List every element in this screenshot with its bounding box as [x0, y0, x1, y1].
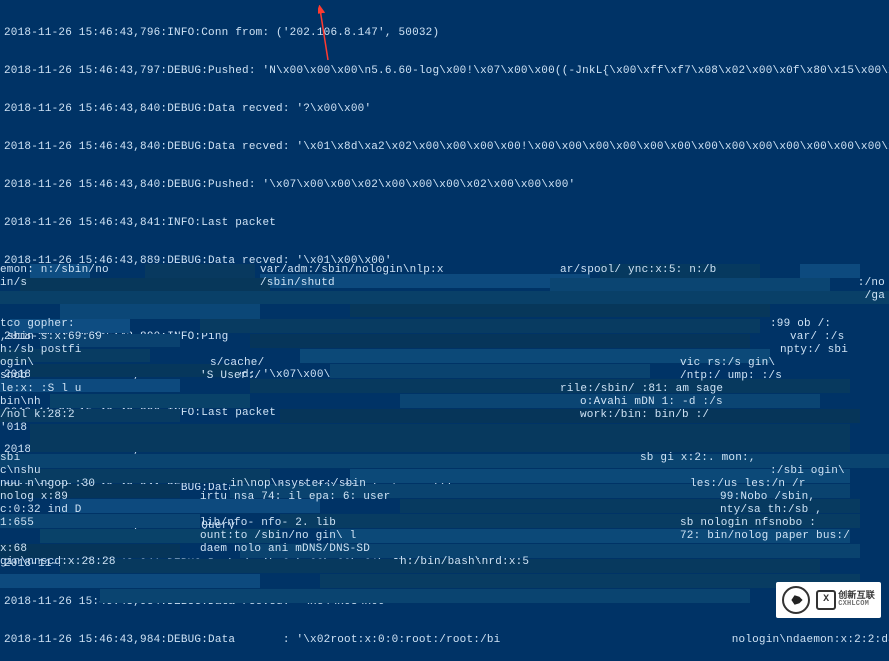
fragment: h:/bin/bash\nrd:x:5: [400, 556, 529, 569]
fragment: var/ :/s: [790, 331, 844, 344]
fragment: c:0:32 ind D: [0, 504, 82, 517]
fragment: vic rs:/s gin\: [680, 357, 775, 370]
fragment: h:/sb postfi: [0, 344, 82, 357]
fragment: sbi: [0, 452, 20, 465]
log-line: 2018-11-26 15:46:43,840:DEBUG:Data recve…: [4, 103, 885, 116]
fragment: c\nshu: [0, 465, 41, 478]
fragment: ar/spool/ ync:x:5: n:/b: [560, 264, 716, 277]
fragment: 72: bin/nolog paper bus:/: [680, 530, 850, 543]
fragment: nty/sa th:/sb ,: [720, 504, 822, 517]
cx-logo-icon: X: [816, 590, 836, 610]
log-line: 2018-11-26 15:46:43,984:DEBUG:Data : '\x…: [4, 634, 885, 647]
fragment: ogin\: [0, 357, 34, 370]
fragment: irtu nsa 74: il epa: 6: user: [200, 491, 390, 504]
fragment: nuu n\ngop :30: [0, 478, 95, 491]
fragment: ,sbin s:x:69:69: [0, 331, 102, 344]
fragment: le:x: :S l u: [0, 383, 82, 396]
fragment: rile:/sbin/ :81: am sage: [560, 383, 723, 396]
fragment: bin\nh: [0, 396, 41, 409]
fragment: emon: n:/sbin/no: [0, 264, 109, 277]
fragment: work:/bin: bin/b :/: [580, 409, 709, 422]
fragment: 99:Nobo /sbin,: [720, 491, 815, 504]
fragment: snob: [0, 370, 27, 383]
brand-sub: CXHLCOM: [838, 601, 875, 608]
fragment: in/s: [0, 277, 27, 290]
fragment: /sbin/shutd: [260, 277, 335, 290]
fragment: ount:to /sbin/no gin\ l: [200, 530, 356, 543]
fragment: 'S User:/: [200, 370, 261, 383]
log-line: 2018-11-26 15:46:43,797:DEBUG:Pushed: 'N…: [4, 65, 885, 78]
fragment: tco gopher:: [0, 318, 75, 331]
fragment: in\nop\nsyster:/sbin: [230, 478, 366, 491]
fragment: :/no: [858, 277, 885, 290]
fragment: x:68: [0, 543, 27, 556]
watermark-logos: X 创新互联 CXHLCOM: [776, 582, 881, 618]
fragment: 1:655: [0, 517, 34, 530]
fragment: /ntp:/ ump: :/s: [680, 370, 782, 383]
fragment: s/cache/: [210, 357, 264, 370]
fragment: daem nolo ani mDNS/DNS-SD: [200, 543, 370, 556]
bird-logo-icon: [782, 586, 810, 614]
fragment: les:/us les:/n /r: [690, 478, 806, 491]
fragment: :99 ob /:: [770, 318, 831, 331]
fragment: /nol k:28:2: [0, 409, 75, 422]
log-line: 2018-11-26 15:46:43,841:INFO:Last packet: [4, 217, 885, 230]
fragment: npty:/ sbi: [780, 344, 848, 357]
fragment: '018: [0, 422, 27, 435]
fragment: nolog x:89: [0, 491, 68, 504]
fragment: gin\nnscd:x:28:28: [0, 556, 116, 569]
fragment: var/adm:/sbin/nologin\nlp:x: [260, 264, 444, 277]
fragment: sb gi x:2:. mon:,: [640, 452, 756, 465]
fragment: lib/nfo- nfo- 2. lib: [200, 517, 336, 530]
fragment: o:Avahi mDN 1: -d :/s: [580, 396, 723, 409]
obscured-mosaic-region: emon: n:/sbin/no var/adm:/sbin/nologin\n…: [0, 264, 889, 604]
fragment: sb nologin nfsnobo :: [680, 517, 816, 530]
fragment: /ga: [865, 290, 885, 303]
log-line: 2018-11-26 15:46:43,840:DEBUG:Data recve…: [4, 141, 885, 154]
log-line: 2018-11-26 15:46:43,796:INFO:Conn from: …: [4, 27, 885, 40]
fragment: :/sbi ogin\: [770, 465, 845, 478]
cx-logo: X 创新互联 CXHLCOM: [816, 590, 875, 610]
log-line: 2018-11-26 15:46:43,840:DEBUG:Pushed: '\…: [4, 179, 885, 192]
